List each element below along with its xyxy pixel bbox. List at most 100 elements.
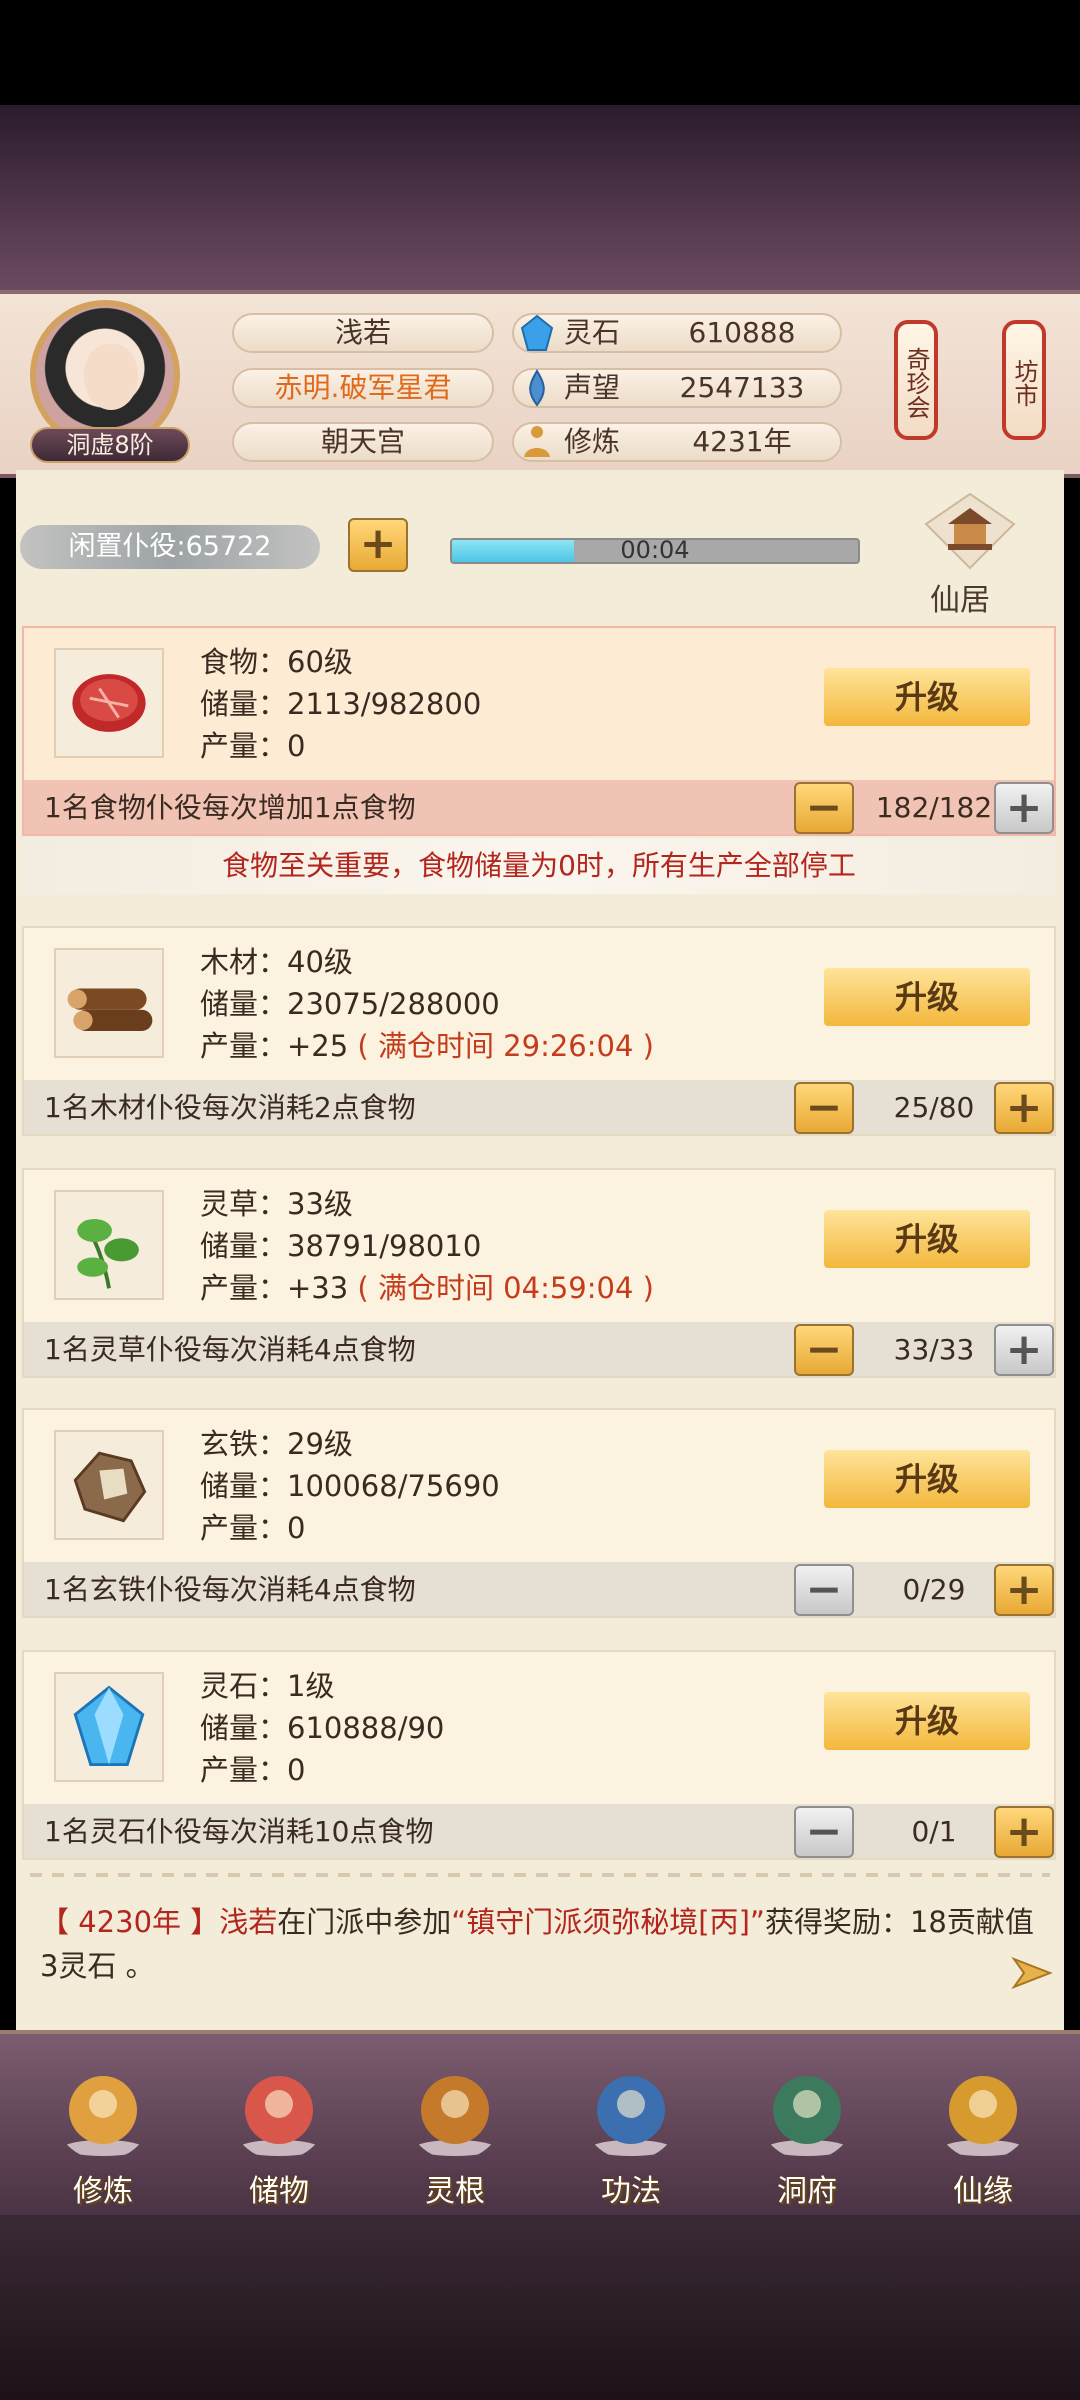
upgrade-button[interactable]: 升级 (824, 1692, 1030, 1750)
nav-label: 洞府 (777, 2174, 837, 2209)
wood-icon (67, 988, 153, 1031)
xianju-label[interactable]: 仙居 (930, 575, 990, 619)
iron-ore-icon (73, 1451, 147, 1523)
servant-bar: 1名灵石仆役每次消耗10点食物 − 0/1 + (24, 1804, 1054, 1858)
pavilion-icon[interactable] (918, 490, 1022, 570)
resource-storage: 储量：38791/98010 (200, 1229, 482, 1263)
upgrade-button[interactable]: 升级 (824, 1450, 1030, 1508)
servant-count: 0/1 (911, 1815, 957, 1848)
servant-info: 1名灵草仆役每次消耗4点食物 (44, 1333, 416, 1366)
servant-info: 1名灵石仆役每次消耗10点食物 (44, 1815, 434, 1848)
servant-count: 33/33 (893, 1333, 975, 1366)
meditation-icon (63, 2076, 143, 2156)
stat-value: 2547133 (679, 371, 805, 404)
gourd-icon (943, 2076, 1023, 2156)
meditation-icon (524, 426, 550, 457)
crystal-icon (73, 1685, 145, 1767)
add-servant-button[interactable]: + (994, 1324, 1054, 1376)
resource-storage: 储量：100068/75690 (200, 1469, 500, 1503)
full-time: ( 满仓时间 29:26:04 ) (357, 1029, 654, 1063)
add-servant-button[interactable]: + (348, 518, 408, 572)
nav-item-4[interactable]: 功法 (566, 2060, 696, 2210)
resource-storage: 储量：23075/288000 (200, 987, 500, 1021)
stat-label: 修炼 (564, 425, 621, 458)
resource-output: 产量：+33 ( 满仓时间 04:59:04 ) (200, 1268, 654, 1308)
nav-item-5[interactable]: 洞府 (742, 2060, 872, 2210)
nav-label: 仙缘 (953, 2174, 1013, 2209)
bottom-background (0, 2215, 1080, 2400)
food-warning-banner: 食物至关重要，食物储量为0时，所有生产全部停工 (22, 838, 1056, 894)
spirit-root-icon (415, 2076, 495, 2156)
resource-thumb (54, 648, 164, 758)
cave-dwelling-icon (767, 2076, 847, 2156)
resource-card: 食物：60级储量：2113/982800 产量：0 升级 1名食物仆役每次增加1点食… (22, 626, 1056, 836)
add-servant-button[interactable]: + (994, 782, 1054, 834)
resource-output: 产量：+25 ( 满仓时间 29:26:04 ) (200, 1026, 654, 1066)
market-button[interactable]: 坊市 (1002, 320, 1046, 440)
top-background (0, 105, 1080, 290)
idle-servants-label: 闲置仆役:65722 (20, 525, 320, 569)
stat-reputation: 声望 2547133 (512, 368, 842, 408)
bag-icon (239, 2076, 319, 2156)
stat-spirit-stone: 灵石 610888 (512, 313, 842, 353)
servant-bar: 1名木材仆役每次消耗2点食物 − 25/80 + (24, 1080, 1054, 1134)
add-servant-button[interactable]: + (994, 1806, 1054, 1858)
nav-label: 储物 (249, 2174, 309, 2209)
nav-item-1[interactable]: 修炼 (38, 2060, 168, 2210)
resource-output: 产量：0 (200, 726, 305, 766)
log-event: “镇守门派须弥秘境[丙]” (451, 1905, 765, 1939)
upgrade-button[interactable]: 升级 (824, 1210, 1030, 1268)
resource-card: 灵石：1级 储量：610888/90 产量：0 升级 1名灵石仆役每次消耗10点食物 −… (22, 1650, 1056, 1860)
nav-label: 修炼 (73, 2174, 133, 2209)
remove-servant-button[interactable]: − (794, 782, 854, 834)
resource-storage: 储量：2113/982800 (200, 687, 482, 721)
resource-output: 产量：0 (200, 1508, 305, 1548)
remove-servant-button[interactable]: − (794, 1564, 854, 1616)
nav-label: 灵根 (425, 2174, 485, 2209)
spirit-stone-icon (520, 314, 554, 351)
player-title[interactable]: 赤明.破军星君 (232, 368, 494, 408)
resource-thumb (54, 1190, 164, 1300)
nav-item-6[interactable]: 仙缘 (918, 2060, 1048, 2210)
stat-value: 4231年 (692, 425, 792, 458)
stat-label: 声望 (564, 371, 621, 404)
remove-servant-button[interactable]: − (794, 1082, 854, 1134)
resource-storage: 储量：610888/90 (200, 1711, 445, 1745)
resource-card: 木材：40级储量：23075/288000 产量：+25 ( 满仓时间 29:26… (22, 926, 1056, 1136)
nav-item-3[interactable]: 灵根 (390, 2060, 520, 2210)
output-value: 产量：+33 (200, 1271, 349, 1305)
player-name: 浅若 (232, 313, 494, 353)
divider (30, 1873, 1050, 1877)
full-time: ( 满仓时间 04:59:04 ) (357, 1271, 654, 1305)
servant-bar: 1名食物仆役每次增加1点食物 −182/182 + (24, 780, 1054, 834)
reputation-icon (529, 369, 545, 407)
herb-icon (77, 1218, 139, 1289)
resource-level: 食物：60级 (200, 645, 353, 679)
meat-icon (72, 674, 146, 732)
add-servant-button[interactable]: + (994, 1082, 1054, 1134)
resource-thumb (54, 948, 164, 1058)
resource-level: 灵草：33级 (200, 1187, 353, 1221)
remove-servant-button[interactable]: − (794, 1806, 854, 1858)
status-bar (0, 0, 1080, 105)
stat-label: 灵石 (564, 316, 621, 349)
servant-info: 1名食物仆役每次增加1点食物 (44, 791, 416, 824)
book-icon (591, 2076, 671, 2156)
servant-info: 1名玄铁仆役每次消耗4点食物 (44, 1573, 416, 1606)
output-value: 产量：0 (200, 1511, 306, 1545)
player-sect: 朝天宫 (232, 422, 494, 462)
resource-level: 木材：40级 (200, 945, 353, 979)
nav-item-2[interactable]: 储物 (214, 2060, 344, 2210)
remove-servant-button[interactable]: − (794, 1324, 854, 1376)
treasure-fair-button[interactable]: 奇珍会 (894, 320, 938, 440)
upgrade-button[interactable]: 升级 (824, 968, 1030, 1026)
resource-thumb (54, 1430, 164, 1540)
servant-count: 182/182 (875, 791, 993, 824)
add-servant-button[interactable]: + (994, 1564, 1054, 1616)
cultivation-rank-badge: 洞虚8阶 (30, 427, 190, 463)
upgrade-button[interactable]: 升级 (824, 668, 1030, 726)
resource-output: 产量：0 (200, 1750, 305, 1790)
next-log-arrow-icon[interactable] (1010, 1955, 1054, 1991)
progress-timer: 00:04 (620, 536, 690, 564)
resource-level: 玄铁：29级 (200, 1427, 353, 1461)
